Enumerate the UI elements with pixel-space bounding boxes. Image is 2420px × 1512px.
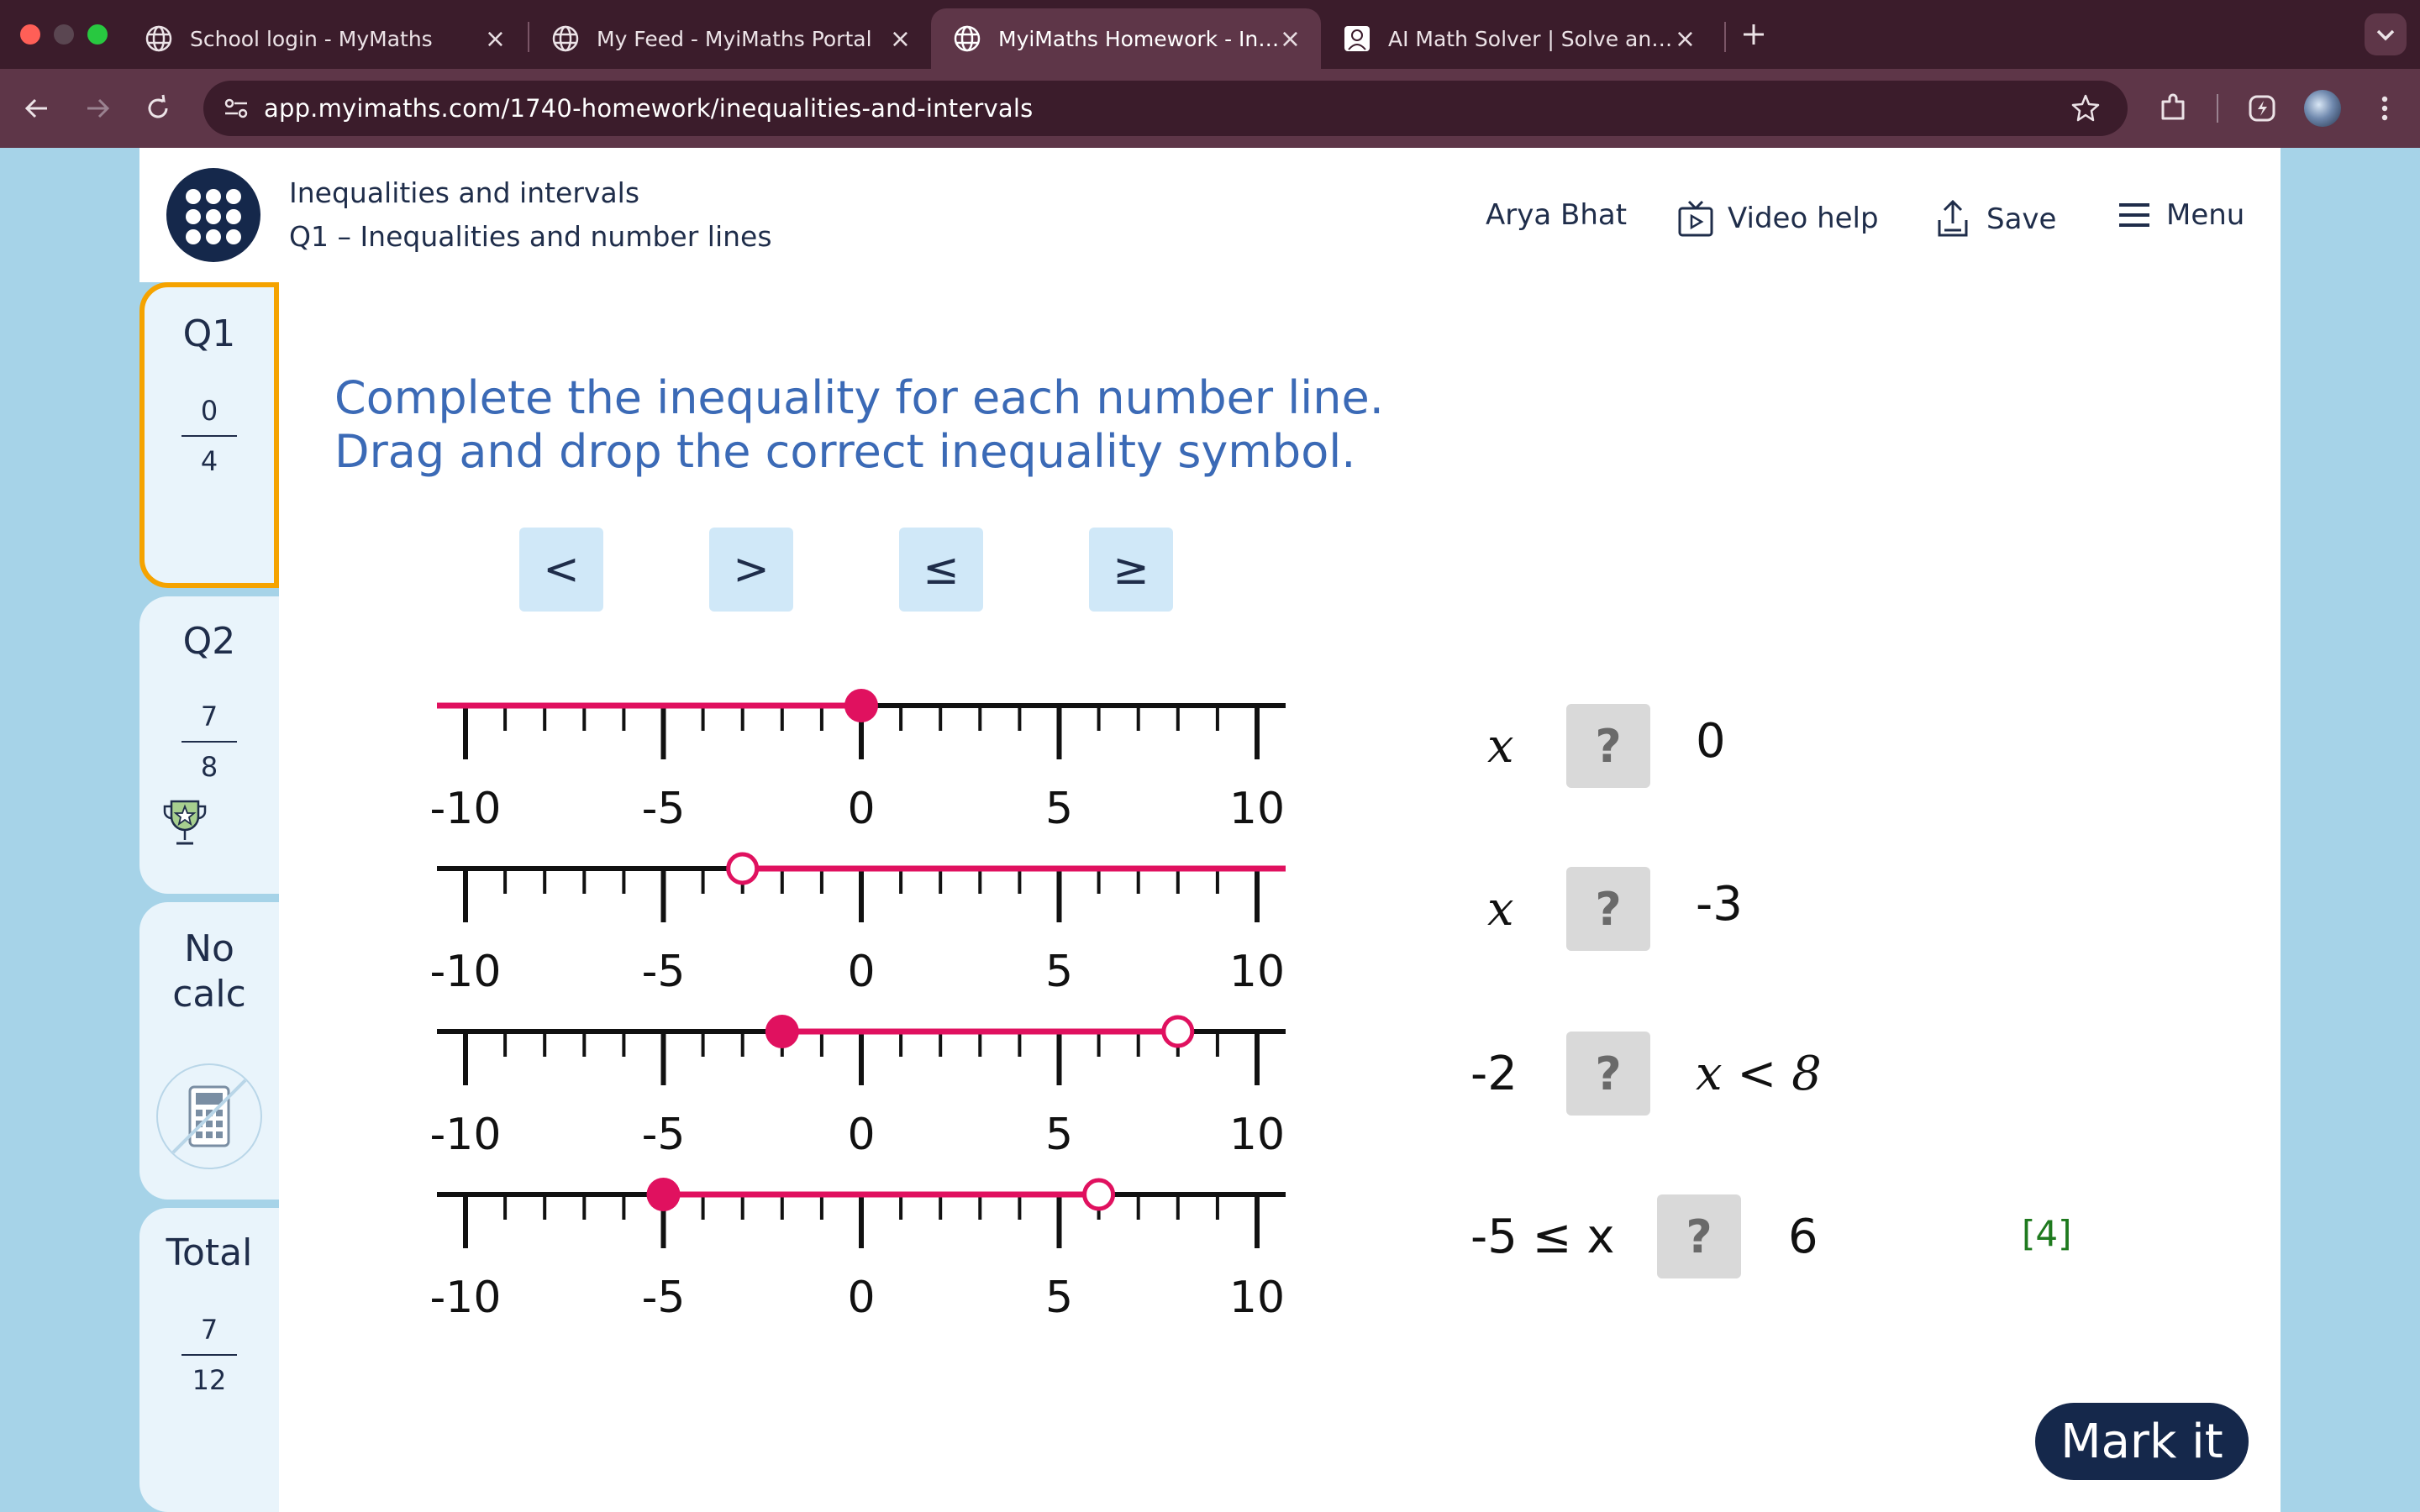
hamburger-menu-icon bbox=[2119, 203, 2149, 227]
tick-label: 0 bbox=[847, 784, 875, 834]
video-help-label: Video help bbox=[1728, 202, 1879, 235]
tab-title: My Feed - MyiMaths Portal bbox=[597, 26, 872, 51]
video-help-button[interactable]: Video help bbox=[1677, 198, 1879, 239]
more-vert-icon[interactable] bbox=[2368, 92, 2402, 125]
save-button[interactable]: Save bbox=[1933, 198, 2056, 240]
profile-avatar[interactable] bbox=[2304, 90, 2341, 127]
globe-icon bbox=[145, 25, 172, 52]
row2-left: x bbox=[1487, 882, 1514, 937]
tab-divider bbox=[1724, 22, 1726, 52]
tick-label: 10 bbox=[1229, 947, 1285, 997]
tick-label: 5 bbox=[1045, 947, 1073, 997]
tick-label: 5 bbox=[1045, 1110, 1073, 1160]
tick-label: -10 bbox=[430, 1110, 502, 1160]
tick-label: -10 bbox=[430, 784, 502, 834]
close-icon[interactable]: × bbox=[890, 24, 911, 54]
tab-ai-math-solver[interactable]: AI Math Solver | Solve any problem × bbox=[1321, 8, 1716, 69]
address-bar[interactable]: app.myimaths.com/1740-homework/inequalit… bbox=[203, 81, 2128, 136]
minimize-window-button[interactable] bbox=[54, 24, 74, 45]
tab-title: MyiMaths Homework - Inequalities and int… bbox=[998, 26, 1282, 51]
tick-label: -5 bbox=[642, 784, 686, 834]
tick-label: -5 bbox=[642, 1110, 686, 1160]
user-name: Arya Bhat bbox=[1486, 198, 1627, 232]
row3-drop-target[interactable]: ? bbox=[1566, 1032, 1650, 1116]
reload-icon[interactable] bbox=[141, 92, 175, 125]
globe-icon bbox=[954, 25, 981, 52]
tab-title: AI Math Solver | Solve any problem bbox=[1388, 26, 1674, 51]
save-upload-icon bbox=[1938, 199, 1968, 237]
tick-label: -5 bbox=[642, 947, 686, 997]
row2-drop-target[interactable]: ? bbox=[1566, 867, 1650, 951]
browser-toolbar: app.myimaths.com/1740-homework/inequalit… bbox=[0, 69, 2420, 148]
row2-right: -3 bbox=[1696, 877, 1743, 932]
row3-right: x < 8 bbox=[1696, 1047, 1822, 1101]
close-window-button[interactable] bbox=[20, 24, 40, 45]
back-arrow-icon[interactable] bbox=[20, 92, 54, 125]
menu-button[interactable]: Menu bbox=[2116, 198, 2244, 232]
extension-icon[interactable] bbox=[2245, 92, 2279, 125]
open-point bbox=[726, 852, 760, 885]
save-label: Save bbox=[1986, 202, 2057, 236]
close-icon[interactable]: × bbox=[1675, 24, 1696, 54]
tick-label: 0 bbox=[847, 1110, 875, 1160]
tick-label: 10 bbox=[1229, 1273, 1285, 1323]
row1-drop-target[interactable]: ? bbox=[1566, 704, 1650, 788]
row1-right: 0 bbox=[1696, 714, 1726, 769]
tab-school-login[interactable]: School login - MyMaths × bbox=[123, 8, 526, 69]
user-name-label: Arya Bhat bbox=[1486, 198, 1628, 232]
tab-homework-active[interactable]: MyiMaths Homework - Inequalities and int… bbox=[931, 8, 1321, 69]
tick-label: 5 bbox=[1045, 1273, 1073, 1323]
tab-my-feed[interactable]: My Feed - MyiMaths Portal × bbox=[529, 8, 931, 69]
url-text: app.myimaths.com/1740-homework/inequalit… bbox=[264, 94, 1034, 123]
bookmark-star-icon[interactable] bbox=[2070, 93, 2101, 123]
row4-drop-target[interactable]: ? bbox=[1657, 1194, 1741, 1278]
tick-label: 10 bbox=[1229, 784, 1285, 834]
menu-label: Menu bbox=[2166, 198, 2245, 232]
tab-search-button[interactable] bbox=[2365, 13, 2407, 55]
toolbar-divider bbox=[2217, 94, 2218, 123]
tick-label: -10 bbox=[430, 947, 502, 997]
tick-label: -5 bbox=[642, 1273, 686, 1323]
forward-arrow-icon[interactable] bbox=[81, 92, 114, 125]
closed-point bbox=[844, 689, 878, 722]
video-help-tv-icon bbox=[1678, 200, 1713, 237]
extensions-puzzle-icon[interactable] bbox=[2156, 92, 2190, 125]
number-lines: -10 -5 0 5 10 -10 -5 0 5 10 -10 -5 0 5 10 -10 -5 0 5 10 bbox=[430, 689, 1286, 1323]
new-tab-plus-icon[interactable] bbox=[1741, 22, 1766, 47]
browser-tab-strip: School login - MyMaths × My Feed - MyiMa… bbox=[0, 0, 2420, 69]
tick-label: -10 bbox=[430, 1273, 502, 1323]
row4-left: -5 ≤ x bbox=[1470, 1210, 1615, 1264]
ai-solver-favicon-icon bbox=[1344, 26, 1370, 51]
zoom-window-button[interactable] bbox=[87, 24, 108, 45]
chevron-down-icon bbox=[2376, 29, 2395, 41]
tab-title: School login - MyMaths bbox=[190, 26, 433, 51]
closed-point bbox=[646, 1178, 681, 1211]
tick-label: 10 bbox=[1229, 1110, 1285, 1160]
globe-icon bbox=[552, 25, 579, 52]
tick-label: 0 bbox=[847, 947, 875, 997]
homework-page: Inequalities and intervals Q1 – Inequali… bbox=[139, 148, 2281, 1512]
close-icon[interactable]: × bbox=[485, 24, 506, 54]
tick-label: 0 bbox=[847, 1273, 875, 1323]
close-icon[interactable]: × bbox=[1280, 24, 1301, 54]
row4-right: 6 bbox=[1788, 1210, 1818, 1264]
marks-available: [4] bbox=[2022, 1213, 2072, 1254]
row3-left: -2 bbox=[1470, 1047, 1518, 1101]
closed-point bbox=[765, 1015, 799, 1048]
site-info-icon[interactable] bbox=[222, 94, 250, 123]
row1-left: x bbox=[1487, 719, 1514, 774]
mark-it-button[interactable]: Mark it bbox=[2035, 1403, 2249, 1480]
open-point bbox=[1161, 1015, 1195, 1048]
tick-label: 5 bbox=[1045, 784, 1073, 834]
open-point bbox=[1082, 1178, 1116, 1211]
